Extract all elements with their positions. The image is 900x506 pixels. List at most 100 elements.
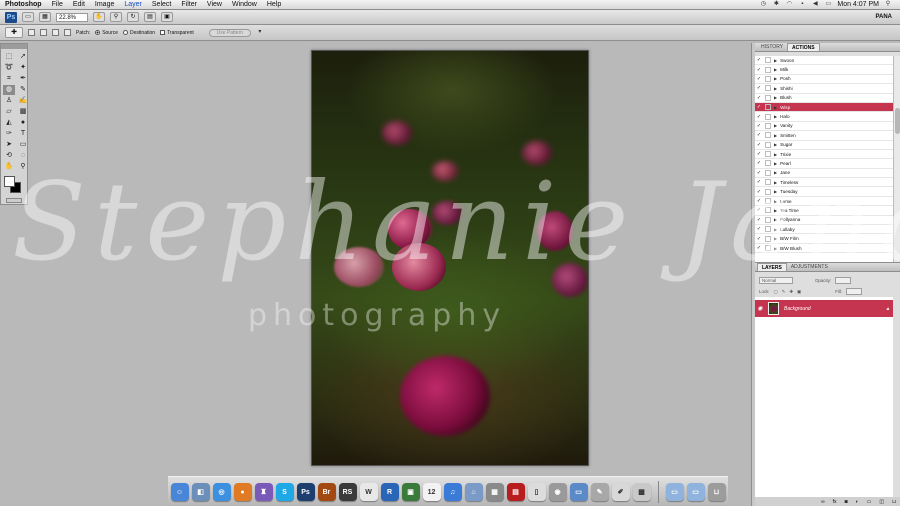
link-layers-icon[interactable]: ∞ [821, 499, 825, 505]
safari-icon[interactable]: ◎ [212, 483, 231, 501]
trash-icon[interactable]: ⊔ [707, 483, 726, 501]
expand-triangle-icon[interactable]: ▶ [774, 114, 777, 119]
lock-all-icon[interactable]: ▣ [797, 289, 801, 295]
calendar-icon[interactable]: 12 [422, 483, 441, 501]
dialog-toggle-box[interactable] [765, 57, 771, 64]
new-group-icon[interactable]: ▭ [867, 499, 872, 505]
expand-triangle-icon[interactable]: ▶ [774, 208, 777, 213]
action-item[interactable]: ✓ ▶ Tuesday [755, 187, 893, 197]
expand-triangle-icon[interactable]: ▶ [774, 67, 777, 72]
photoshop-icon[interactable]: Ps [296, 483, 315, 501]
expand-triangle-icon[interactable]: ▶ [774, 58, 777, 63]
folder-icon[interactable]: ▭ [665, 483, 684, 501]
action-item[interactable]: ✓ ▶ Lullaby [755, 225, 893, 235]
dialog-toggle-box[interactable] [765, 207, 771, 214]
expand-triangle-icon[interactable]: ▶ [774, 199, 777, 204]
dialog-toggle-box[interactable] [765, 85, 771, 92]
layer-style-icon[interactable]: fx [833, 499, 837, 505]
toggle-check-icon[interactable]: ✓ [755, 198, 763, 204]
expand-triangle-icon[interactable]: ▶ [774, 76, 777, 81]
photobooth-icon[interactable]: ▤ [506, 483, 525, 501]
action-item[interactable]: ✓ ▶ Pollyanna [755, 216, 893, 226]
menu-file[interactable]: File [47, 1, 68, 8]
action-item[interactable]: ✓ ▶ B/W Blush [755, 244, 893, 254]
menu-help[interactable]: Help [262, 1, 286, 8]
crop-tool-icon[interactable]: ⌗ [3, 74, 15, 84]
toggle-check-icon[interactable]: ✓ [755, 207, 763, 213]
dialog-toggle-box[interactable] [765, 104, 771, 111]
menu-filter[interactable]: Filter [176, 1, 202, 8]
launch-bridge-button[interactable]: ▭ [22, 12, 34, 22]
toggle-check-icon[interactable]: ✓ [755, 57, 763, 63]
3d-rotate-tool-icon[interactable]: ⟲ [3, 151, 15, 161]
action-item[interactable]: ✓ ▶ Wisp [755, 102, 893, 113]
toggle-check-icon[interactable]: ✓ [755, 114, 763, 120]
toggle-check-icon[interactable]: ✓ [755, 76, 763, 82]
arrange-documents-button[interactable]: ▤ [144, 12, 156, 22]
toggle-check-icon[interactable]: ✓ [755, 236, 763, 242]
keynote-icon[interactable]: ▭ [569, 483, 588, 501]
screen-mode-button[interactable]: ▣ [161, 12, 173, 22]
pattern-picker-icon[interactable]: ▾ [256, 29, 264, 36]
action-item[interactable]: ✓ ▶ Pearl [755, 159, 893, 169]
flag-icon[interactable]: ▪ [798, 1, 806, 8]
eyedropper-tool-icon[interactable]: ✒ [17, 74, 29, 84]
toggle-check-icon[interactable]: ✓ [755, 170, 763, 176]
delete-layer-icon[interactable]: ⊔ [892, 499, 896, 505]
zoom-level-field[interactable]: 22.8% [56, 12, 88, 22]
camera-icon[interactable]: ◉ [548, 483, 567, 501]
intersect-selection-button[interactable] [64, 29, 71, 36]
bluetooth-icon[interactable]: ✱ [772, 1, 780, 8]
expand-triangle-icon[interactable]: ▶ [774, 152, 777, 157]
dialog-toggle-box[interactable] [765, 188, 771, 195]
lock-position-icon[interactable]: ✚ [789, 289, 793, 295]
action-item[interactable]: ✓ ▶ Trixie [755, 150, 893, 160]
folder-icon[interactable]: ▭ [686, 483, 705, 501]
workspace-switcher[interactable]: PANA [875, 14, 892, 20]
menu-clock[interactable]: Mon 4:07 PM [837, 1, 879, 8]
lock-image-icon[interactable]: ✎ [782, 289, 786, 295]
add-selection-button[interactable] [40, 29, 47, 36]
action-item[interactable]: ✓ ▶ Posh [755, 75, 893, 85]
photos-icon[interactable]: ▣ [401, 483, 420, 501]
wifi-icon[interactable]: ◠ [785, 1, 793, 8]
fill-field[interactable] [846, 288, 863, 295]
tab-history[interactable]: HISTORY [757, 43, 787, 51]
menu-image[interactable]: Image [90, 1, 119, 8]
dialog-toggle-box[interactable] [765, 66, 771, 73]
calculator-icon[interactable]: ▦ [485, 483, 504, 501]
dodge-tool-icon[interactable]: ● [17, 118, 29, 128]
toggle-check-icon[interactable]: ✓ [755, 67, 763, 73]
volume-icon[interactable]: ◀ [811, 1, 819, 8]
menu-select[interactable]: Select [147, 1, 176, 8]
expand-triangle-icon[interactable]: ▶ [774, 86, 777, 91]
pen-tool-icon[interactable]: ✑ [3, 129, 15, 139]
expand-triangle-icon[interactable]: ▶ [774, 123, 777, 128]
finder-icon[interactable]: ☺ [170, 483, 189, 501]
toggle-check-icon[interactable]: ✓ [755, 226, 763, 232]
r-app-icon[interactable]: R [380, 483, 399, 501]
dialog-toggle-box[interactable] [765, 179, 771, 186]
move-tool-icon[interactable]: ➚ [17, 52, 29, 62]
dialog-toggle-box[interactable] [765, 132, 771, 139]
toggle-check-icon[interactable]: ✓ [755, 189, 763, 195]
quick-mask-button[interactable] [6, 198, 22, 203]
expand-triangle-icon[interactable]: ▶ [774, 227, 777, 232]
toggle-check-icon[interactable]: ✓ [755, 104, 763, 110]
expand-triangle-icon[interactable]: ▶ [774, 161, 777, 166]
script-icon[interactable]: ✎ [590, 483, 609, 501]
action-item[interactable]: ✓ ▶ Smitten [755, 131, 893, 141]
spotlight-icon[interactable]: ⚲ [884, 1, 892, 8]
rotate-view-button[interactable]: ↻ [127, 12, 139, 22]
appstore-icon[interactable]: ⌂ [464, 483, 483, 501]
toggle-check-icon[interactable]: ✓ [755, 160, 763, 166]
toggle-check-icon[interactable]: ✓ [755, 85, 763, 91]
action-item[interactable]: ✓ ▶ Tea Time [755, 206, 893, 216]
expand-triangle-icon[interactable]: ▶ [774, 217, 777, 222]
destination-radio[interactable]: Destination [123, 30, 155, 36]
view-extras-button[interactable]: ▦ [39, 12, 51, 22]
toggle-check-icon[interactable]: ✓ [755, 132, 763, 138]
adjustment-layer-icon[interactable]: ◐ [856, 499, 859, 505]
firefox-icon[interactable]: ● [233, 483, 252, 501]
preview-icon[interactable]: ◧ [191, 483, 210, 501]
